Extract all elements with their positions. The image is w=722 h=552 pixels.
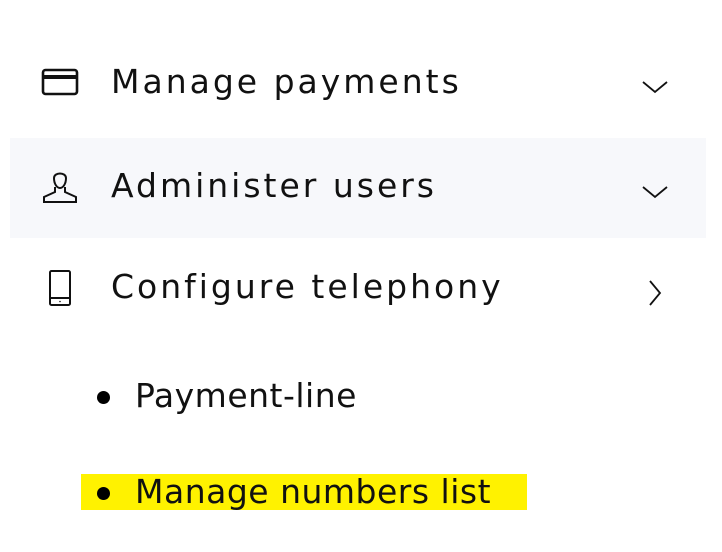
menu-item-manage-payments[interactable]: Manage payments [10,33,706,133]
user-icon [40,166,80,206]
menu-item-label: Configure telephony [111,267,504,306]
submenu-item-manage-numbers-list[interactable]: Manage numbers list [81,474,527,510]
bullet-icon [97,391,110,404]
submenu-item-payment-line[interactable]: Payment-line [81,378,421,414]
submenu-item-label: Manage numbers list [135,472,492,511]
chevron-down-icon[interactable] [638,175,672,209]
chevron-right-icon[interactable] [638,276,672,310]
menu-item-administer-users[interactable]: Administer users [10,138,706,238]
submenu-item-label: Payment-line [135,376,357,415]
mobile-phone-icon [40,268,80,308]
chevron-down-icon[interactable] [638,70,672,104]
bullet-icon [97,487,110,500]
credit-card-icon [40,63,80,103]
menu-item-label: Administer users [111,166,438,205]
menu-item-label: Manage payments [111,62,462,101]
menu-item-configure-telephony[interactable]: Configure telephony [10,240,706,340]
